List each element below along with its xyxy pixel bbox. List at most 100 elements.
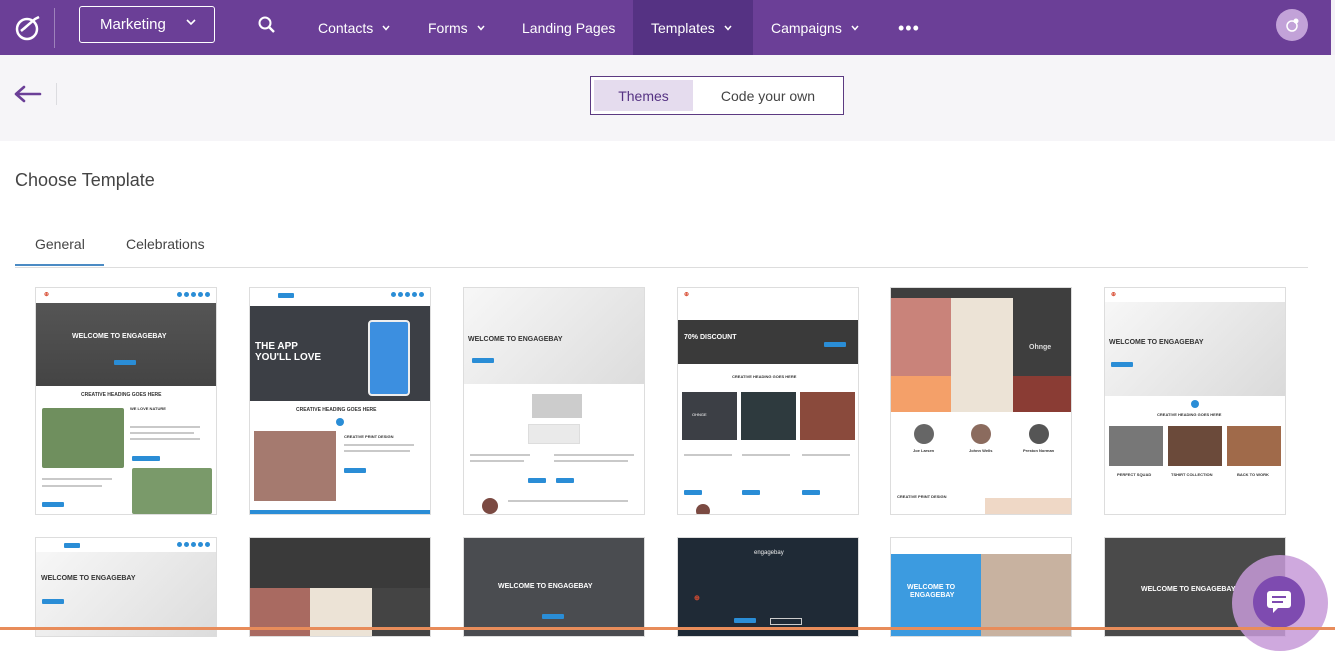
nav-contacts-label: Contacts (318, 19, 374, 36)
template-card-8[interactable] (249, 537, 431, 637)
template-cta (528, 478, 546, 483)
back-divider (56, 83, 57, 105)
template-cta (132, 456, 160, 461)
social-icons (177, 542, 210, 547)
template-card-4[interactable]: ⊕ 70% DISCOUNT CREATIVE HEADING GOES HER… (677, 287, 859, 515)
template-thumbnail: ⊕ 70% DISCOUNT CREATIVE HEADING GOES HER… (678, 288, 858, 514)
template-label: CREATIVE PRINT DESIGN (344, 434, 394, 439)
parrot-tile (951, 376, 1013, 412)
nav-contacts[interactable]: Contacts (318, 0, 390, 55)
template-card-11[interactable]: WELCOME TO ENGAGEBAY (890, 537, 1072, 637)
template-cta (742, 490, 760, 495)
text-line (344, 450, 410, 452)
template-cta (542, 614, 564, 619)
template-card-6[interactable]: ⊕ WELCOME TO ENGAGEBAY CREATIVE HEADING … (1104, 287, 1286, 515)
template-heading: WELCOME TO ENGAGEBAY (1141, 586, 1236, 593)
template-logo: ⊕ (694, 595, 700, 602)
text-line (42, 478, 112, 480)
nav-templates-label: Templates (651, 19, 715, 36)
social-icons (391, 292, 424, 297)
team-name: Preston Norman (1023, 448, 1055, 453)
avatar (1029, 424, 1049, 444)
text-line (130, 438, 200, 440)
phone-image (368, 320, 410, 396)
template-thumbnail: Ohnge Joe Larsen Johnn Wells Preston Nor… (891, 288, 1071, 514)
toggle-code-your-own[interactable]: Code your own (693, 77, 843, 114)
user-avatar-icon[interactable] (1276, 9, 1308, 41)
template-cta (42, 599, 64, 604)
template-badge (336, 418, 344, 426)
chevron-down-icon (851, 25, 859, 31)
chevron-down-icon (477, 25, 485, 31)
template-card-9[interactable]: WELCOME TO ENGAGEBAY (463, 537, 645, 637)
template-cta (1171, 514, 1193, 515)
nav-campaigns[interactable]: Campaigns (771, 0, 859, 55)
template-cta (1231, 514, 1253, 515)
template-label: CREATIVE PRINT DESIGN (897, 494, 947, 499)
template-heading: WELCOME TO ENGAGEBAY (41, 575, 136, 582)
template-thumbnail: ⊕ WELCOME TO ENGAGEBAY CREATIVE HEADING … (1105, 288, 1285, 514)
template-card-10[interactable]: engagebay ⊕ (677, 537, 859, 637)
text-line (130, 426, 200, 428)
back-arrow-icon[interactable] (14, 85, 42, 103)
template-cta (802, 490, 820, 495)
hero-image (36, 552, 216, 636)
workspace-selector[interactable]: Marketing (79, 6, 215, 43)
template-badge (1191, 400, 1199, 408)
avatar (971, 424, 991, 444)
template-card-5[interactable]: Ohnge Joe Larsen Johnn Wells Preston Nor… (890, 287, 1072, 515)
page-title: Choose Template (15, 170, 155, 190)
template-heading: THE APP (255, 341, 298, 352)
nav-templates[interactable]: Templates (633, 0, 753, 55)
more-icon[interactable]: ••• (898, 18, 920, 39)
template-card-7[interactable]: WELCOME TO ENGAGEBAY (35, 537, 217, 637)
antler-tile (1013, 376, 1071, 412)
glasses-tile (891, 376, 951, 412)
template-cta (1111, 362, 1133, 367)
text-line (554, 454, 634, 456)
gallery-caption: BACK TO WORK (1237, 472, 1269, 477)
template-cta (824, 342, 846, 347)
template-thumbnail: THE APP YOU'LL LOVE CREATIVE HEADING GOE… (250, 288, 430, 514)
template-logo: ⊕ (684, 292, 690, 298)
nav-divider (54, 8, 55, 48)
text-line (508, 500, 628, 502)
template-card-2[interactable]: THE APP YOU'LL LOVE CREATIVE HEADING GOE… (249, 287, 431, 515)
text-line (470, 460, 524, 462)
template-thumbnail: engagebay ⊕ (678, 538, 858, 636)
nav-forms[interactable]: Forms (428, 0, 485, 55)
template-cta (472, 358, 494, 363)
template-header (891, 288, 1071, 298)
text-line (742, 454, 790, 456)
person-image (981, 554, 1071, 636)
template-cta (64, 543, 80, 548)
nav-edge (1331, 0, 1335, 55)
text-line (802, 454, 850, 456)
template-logo-word: OHNGE (692, 412, 707, 417)
chevron-down-icon (724, 25, 732, 31)
chat-icon[interactable] (1253, 576, 1305, 628)
person-image (891, 298, 951, 376)
search-icon[interactable] (258, 16, 276, 34)
template-card-3[interactable]: WELCOME TO ENGAGEBAY (463, 287, 645, 515)
nav-landing-pages[interactable]: Landing Pages (522, 0, 615, 55)
gallery-caption: TSHIRT COLLECTION (1171, 472, 1213, 477)
team-name: Johnn Wells (969, 448, 993, 453)
template-logo: ⊕ (1111, 292, 1117, 298)
template-thumbnail: WELCOME TO ENGAGEBAY (891, 538, 1071, 636)
template-category-tabs: General Celebrations (15, 232, 1308, 268)
template-cta (114, 360, 136, 365)
template-thumbnail: ⊕ WELCOME TO ENGAGEBAY CREATIVE HEADING … (36, 288, 216, 514)
template-card-1[interactable]: ⊕ WELCOME TO ENGAGEBAY CREATIVE HEADING … (35, 287, 217, 515)
template-thumbnail: WELCOME TO ENGAGEBAY (36, 538, 216, 636)
template-logo-word: engagebay (754, 550, 784, 556)
gallery-image (1109, 426, 1163, 466)
social-icons (177, 292, 210, 297)
engagebay-logo-icon[interactable] (0, 0, 55, 55)
tab-general[interactable]: General (35, 236, 85, 252)
toggle-themes[interactable]: Themes (594, 80, 693, 111)
template-heading: YOU'LL LOVE (255, 352, 322, 363)
gallery-caption: PERFECT SQUAD (1117, 472, 1152, 477)
logo-tile (741, 392, 796, 440)
tab-celebrations[interactable]: Celebrations (126, 236, 205, 252)
